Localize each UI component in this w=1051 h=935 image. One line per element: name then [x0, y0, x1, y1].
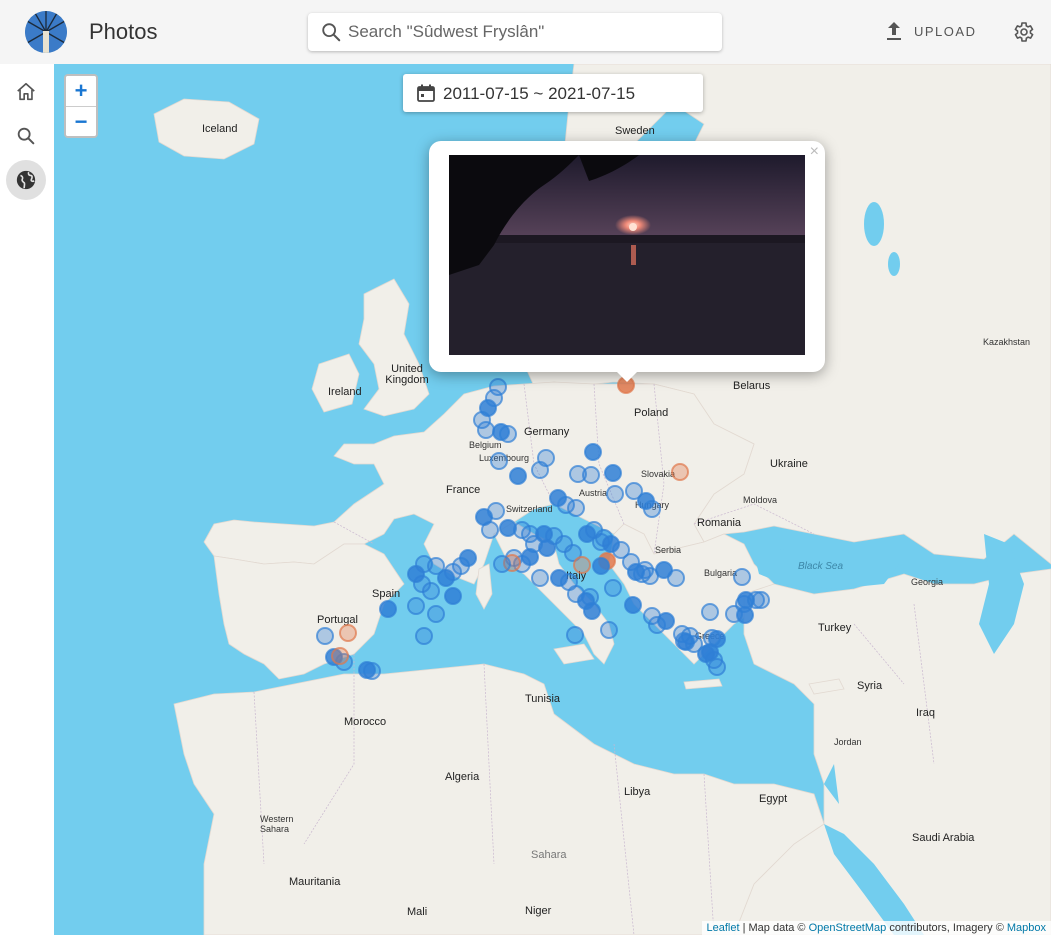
- osm-link[interactable]: OpenStreetMap: [809, 922, 887, 934]
- photo-marker[interactable]: [643, 500, 661, 518]
- photo-marker[interactable]: [752, 591, 770, 609]
- photo-marker[interactable]: [604, 579, 622, 597]
- date-range-text: 2011-07-15 ~ 2021-07-15: [443, 84, 636, 103]
- mapbox-link[interactable]: Mapbox: [1007, 922, 1046, 934]
- app-root: Photos UPLOAD: [0, 0, 1051, 935]
- search-bar[interactable]: [308, 13, 722, 51]
- sidebar-item-map[interactable]: [6, 160, 46, 200]
- photo-marker[interactable]: [363, 662, 381, 680]
- photo-marker[interactable]: [701, 643, 719, 661]
- zoom-in-button[interactable]: +: [66, 76, 96, 106]
- photo-marker[interactable]: [537, 449, 555, 467]
- date-range-picker[interactable]: 2011-07-15 ~ 2021-07-15: [403, 74, 703, 112]
- photo-marker[interactable]: [477, 421, 495, 439]
- photo-popup: ×: [429, 141, 825, 382]
- photo-marker[interactable]: [444, 587, 462, 605]
- photo-marker[interactable]: [569, 465, 587, 483]
- photo-marker[interactable]: [521, 548, 539, 566]
- photo-marker[interactable]: [600, 621, 618, 639]
- photo-marker[interactable]: [339, 624, 357, 642]
- photo-marker[interactable]: [624, 596, 642, 614]
- app-title: Photos: [89, 19, 158, 44]
- search-icon: [17, 127, 35, 145]
- photo-marker[interactable]: [708, 658, 726, 676]
- calendar-icon: [417, 84, 435, 102]
- photo-marker[interactable]: [583, 602, 601, 620]
- map-attribution: Leaflet | Map data © OpenStreetMap contr…: [701, 921, 1051, 935]
- sidebar-item-home[interactable]: [6, 72, 46, 112]
- photo-marker[interactable]: [725, 605, 743, 623]
- photo-marker[interactable]: [657, 612, 675, 630]
- search-icon: [322, 23, 341, 42]
- photo-marker[interactable]: [701, 603, 719, 621]
- zoom-control: + −: [64, 74, 98, 138]
- photo-marker[interactable]: [316, 627, 334, 645]
- top-bar: Photos UPLOAD: [0, 0, 1051, 64]
- photo-marker[interactable]: [733, 568, 751, 586]
- attribution-text-1: | Map data ©: [739, 922, 809, 934]
- photo-marker[interactable]: [531, 569, 549, 587]
- photo-marker[interactable]: [509, 467, 527, 485]
- photo-marker[interactable]: [567, 499, 585, 517]
- upload-label: UPLOAD: [914, 23, 977, 39]
- photo-marker[interactable]: [427, 605, 445, 623]
- photo-marker[interactable]: [667, 569, 685, 587]
- upload-icon: [887, 22, 901, 40]
- zoom-out-button[interactable]: −: [66, 106, 96, 136]
- photo-marker[interactable]: [490, 452, 508, 470]
- photo-marker[interactable]: [606, 485, 624, 503]
- attribution-text-2: contributors, Imagery ©: [886, 922, 1007, 934]
- photo-marker[interactable]: [573, 556, 591, 574]
- photo-marker[interactable]: [331, 647, 349, 665]
- sidebar: [0, 64, 54, 935]
- photo-marker[interactable]: [415, 627, 433, 645]
- search-input[interactable]: [348, 13, 708, 51]
- photo-marker[interactable]: [487, 502, 505, 520]
- home-icon: [17, 82, 35, 101]
- map-view[interactable]: Iceland Sweden Ireland United Kingdom Be…: [54, 64, 1051, 935]
- photo-marker[interactable]: [604, 464, 622, 482]
- photo-marker[interactable]: [499, 425, 517, 443]
- close-icon[interactable]: ×: [810, 143, 819, 161]
- photo-marker[interactable]: [493, 555, 511, 573]
- popup-photo-thumbnail[interactable]: [449, 155, 805, 355]
- photo-marker[interactable]: [566, 626, 584, 644]
- photo-marker[interactable]: [379, 600, 397, 618]
- leaflet-link[interactable]: Leaflet: [707, 922, 740, 934]
- photo-marker[interactable]: [584, 443, 602, 461]
- photo-marker[interactable]: [671, 463, 689, 481]
- photo-marker[interactable]: [538, 539, 556, 557]
- gear-icon[interactable]: [1011, 20, 1035, 44]
- photo-marker[interactable]: [592, 557, 610, 575]
- photo-marker[interactable]: [422, 582, 440, 600]
- globe-icon: [16, 170, 36, 190]
- upload-button[interactable]: UPLOAD: [884, 20, 976, 42]
- photo-marker[interactable]: [636, 561, 654, 579]
- photo-marker[interactable]: [407, 597, 425, 615]
- sidebar-item-search[interactable]: [6, 116, 46, 156]
- popup-tip: [615, 370, 639, 382]
- app-logo[interactable]: [25, 11, 67, 53]
- photo-marker[interactable]: [481, 521, 499, 539]
